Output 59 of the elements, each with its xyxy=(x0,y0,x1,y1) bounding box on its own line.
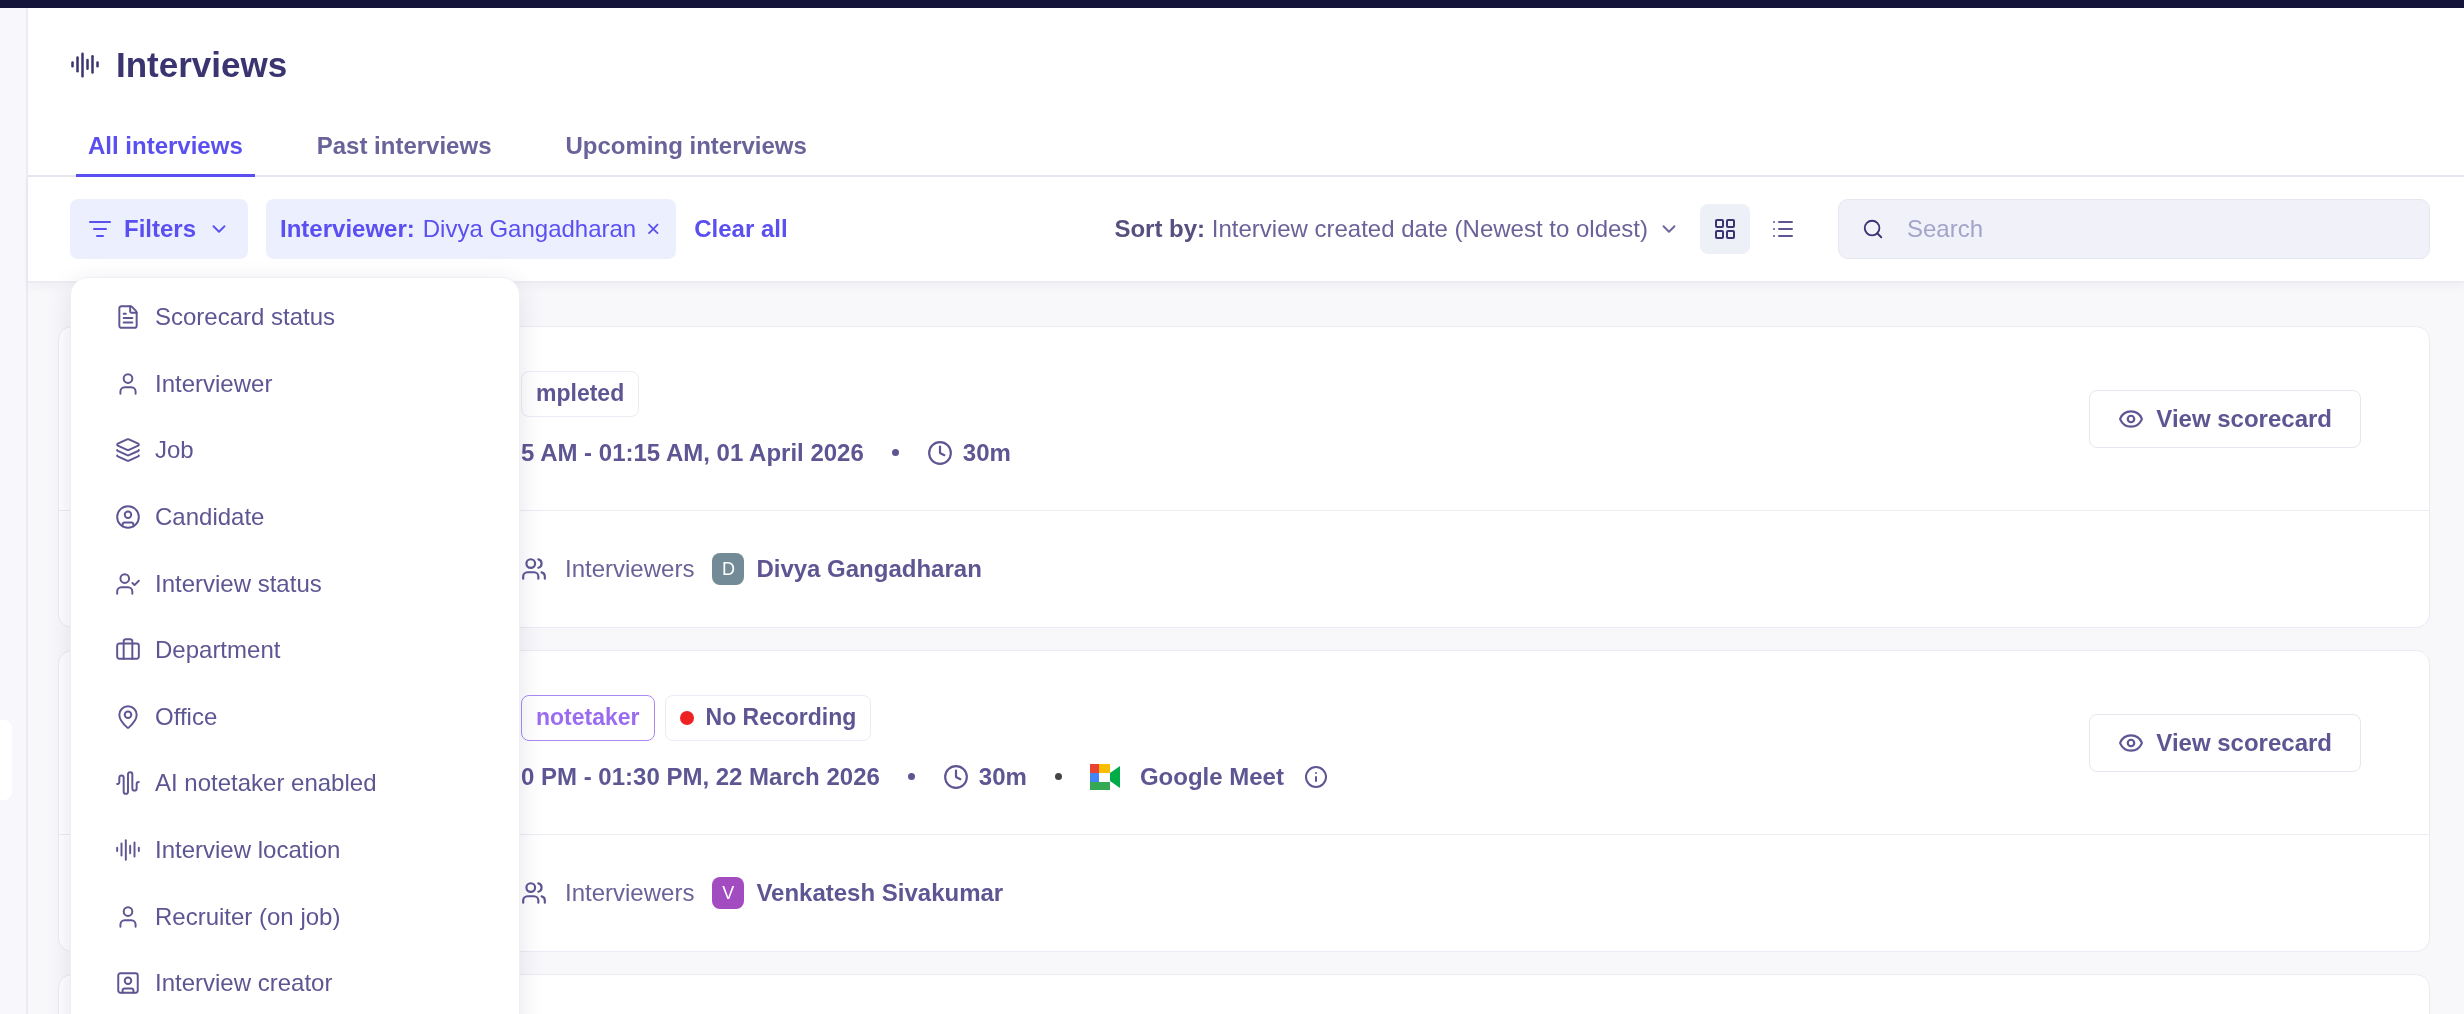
search-icon xyxy=(1862,218,1884,240)
view-toggle-button[interactable] xyxy=(1700,204,1750,254)
audio-wave-icon xyxy=(115,770,141,797)
separator-dot xyxy=(1054,773,1062,780)
interview-time: 0 PM - 01:30 PM, 22 March 2026 xyxy=(521,762,880,791)
view-scorecard-button[interactable]: View scorecard xyxy=(2089,713,2361,772)
tab[interactable]: Past interviews xyxy=(304,124,504,177)
interviewer-name: Venkatesh Sivakumar xyxy=(756,879,1004,907)
filter-menu-item[interactable]: Job xyxy=(71,417,519,484)
person-circle-icon xyxy=(115,504,141,531)
info-icon[interactable] xyxy=(1303,764,1328,789)
status-badge: notetaker xyxy=(521,694,655,741)
people-icon xyxy=(521,880,547,906)
sort-dropdown[interactable]: Sort by: Interview created date (Newest to oldest) xyxy=(1108,214,1686,244)
audio-lines-icon xyxy=(70,50,100,80)
page-title: Interviews xyxy=(116,45,288,85)
interviewers-label: Interviewers xyxy=(565,555,695,583)
chip-value: Divya Gangadharan xyxy=(422,215,637,243)
filter-menu-item[interactable]: Interviewer xyxy=(71,350,519,418)
map-pin-icon xyxy=(115,703,141,730)
person-check-icon xyxy=(115,570,141,597)
separator-dot xyxy=(907,773,915,780)
remove-chip-button[interactable]: × xyxy=(644,215,663,243)
view-scorecard-button[interactable]: View scorecard xyxy=(2089,389,2361,448)
avatar: V xyxy=(712,877,745,909)
search-field[interactable]: Search xyxy=(1838,199,2430,259)
clear-all-link[interactable]: Clear all xyxy=(694,215,788,243)
filter-menu-item[interactable]: Interview creator xyxy=(71,949,519,1014)
filter-menu-item[interactable]: AI notetaker enabled xyxy=(71,750,519,817)
status-badge: mpleted xyxy=(521,370,640,417)
audio-lines-icon xyxy=(115,837,141,864)
filter-menu-item[interactable]: Office xyxy=(71,683,519,751)
interview-time: 5 AM - 01:15 AM, 01 April 2026 xyxy=(521,438,864,467)
status-badge: No Recording xyxy=(664,694,872,741)
filter-menu-item[interactable]: Interview status xyxy=(71,550,519,617)
grid-view-icon xyxy=(1713,217,1737,241)
interviewer-name: Divya Gangadharan xyxy=(756,555,982,583)
recording-dot-icon xyxy=(679,710,694,725)
filter-menu-item[interactable]: Scorecard status xyxy=(71,284,519,351)
filter-menu-item[interactable]: Department xyxy=(71,616,519,684)
person-square-icon xyxy=(115,970,141,997)
clock-icon xyxy=(942,763,969,790)
scorecard-icon xyxy=(115,304,141,331)
filters-button[interactable]: Filters xyxy=(70,199,249,259)
interviewers-label: Interviewers xyxy=(565,879,695,907)
clock-icon xyxy=(926,439,953,466)
video-call-icon xyxy=(1089,763,1120,790)
filter-menu-item[interactable]: Candidate xyxy=(71,483,519,551)
meeting-location: Google Meet xyxy=(1139,762,1284,791)
people-icon xyxy=(521,556,547,582)
chip-key: Interviewer: xyxy=(280,215,415,243)
filter-menu-item[interactable]: Recruiter (on job) xyxy=(71,883,519,950)
interview-duration: 30m xyxy=(926,438,1011,467)
interview-duration: 30m xyxy=(942,762,1027,791)
layers-icon xyxy=(115,437,141,464)
filter-menu-item[interactable]: Interview location xyxy=(71,816,519,884)
avatar: D xyxy=(712,553,745,585)
tab[interactable]: Upcoming interviews xyxy=(553,124,819,177)
separator-dot xyxy=(891,449,899,456)
